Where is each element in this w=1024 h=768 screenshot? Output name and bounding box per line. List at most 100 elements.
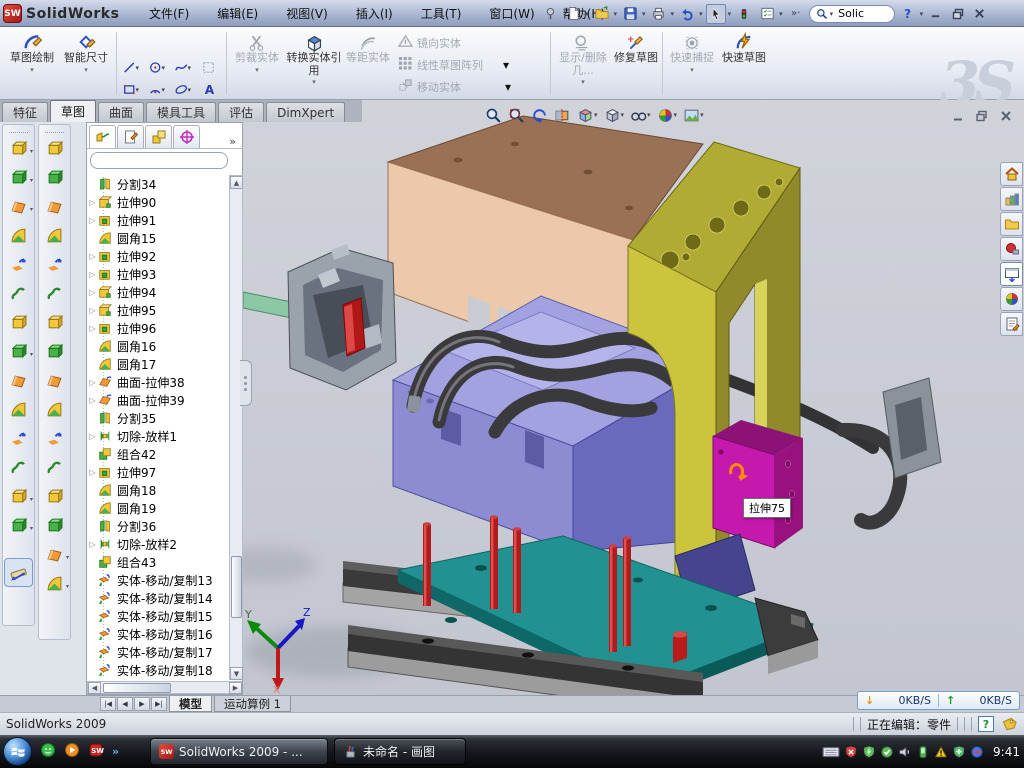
taskpane-tab-view-palette[interactable] [1000, 262, 1023, 286]
scroll-right-icon[interactable]: ▶ [229, 682, 242, 694]
fillet-surface-icon[interactable] [40, 424, 69, 453]
replace-face-icon[interactable] [40, 482, 69, 511]
graphics-viewport[interactable]: Y Z X ▾▾▾▾▾ 拉伸75 [243, 100, 1024, 695]
expand-arrow-icon[interactable]: ▷ [87, 270, 98, 279]
tree-item-实体-移动/复制16[interactable]: 实体-移动/复制16 [87, 625, 230, 643]
extruded-surface-icon[interactable] [40, 192, 69, 221]
menu-item-0[interactable]: 文件(F) [135, 0, 203, 27]
tree-item-拉伸94[interactable]: ▷拉伸94 [87, 283, 230, 301]
tree-item-实体-移动/复制17[interactable]: 实体-移动/复制17 [87, 643, 230, 661]
tree-item-圆角15[interactable]: 圆角15 [87, 229, 230, 247]
tab-motion-study[interactable]: 运动算例 1 [214, 696, 291, 712]
select-tool-icon[interactable] [706, 4, 726, 24]
toolbar-overflow-icon[interactable]: »· [786, 4, 806, 24]
knit-surface-icon[interactable] [40, 366, 69, 395]
quick-launch-solidworks-icon[interactable]: SW [88, 742, 104, 761]
property-manager-tab[interactable] [117, 125, 144, 148]
tray-wireless-alert-icon[interactable] [934, 745, 948, 759]
panel-splitter-handle[interactable] [240, 360, 252, 406]
search-input[interactable] [836, 6, 882, 21]
previous-tab-icon[interactable]: ◀ [117, 697, 133, 711]
dropdown-arrow-icon[interactable]: ▾ [830, 10, 834, 18]
taskpane-tab-solidworks-resources[interactable] [1000, 162, 1023, 186]
tree-item-圆角17[interactable]: 圆角17 [87, 355, 230, 373]
expand-arrow-icon[interactable]: ▷ [87, 252, 98, 261]
view-orientation-icon[interactable]: ▾ [577, 107, 598, 124]
hide-show-items-icon[interactable]: ▾ [630, 107, 651, 124]
save-icon[interactable] [620, 4, 640, 24]
measure-icon[interactable] [4, 558, 33, 587]
dropdown-arrow-icon[interactable]: ▾ [187, 86, 191, 94]
line-tool-icon[interactable]: ▾ [122, 59, 139, 76]
arc-tool-icon[interactable]: ▾ [148, 81, 165, 98]
taskbar-task-paint[interactable]: 未命名 - 画图 [334, 738, 466, 765]
tray-power-manager-icon[interactable] [862, 745, 876, 759]
options-list-icon[interactable] [757, 4, 777, 24]
reference-geometry-icon[interactable]: ▾ [40, 540, 69, 569]
menu-item-5[interactable]: 窗口(W) [475, 0, 548, 27]
dropdown-arrow-icon[interactable]: ▾ [594, 111, 598, 119]
dropdown-arrow-icon[interactable]: ▾ [187, 64, 191, 72]
restore-button[interactable] [948, 5, 967, 22]
surface-trim-icon[interactable] [40, 511, 69, 540]
quick-tips-help-icon[interactable]: ? [978, 716, 994, 732]
apply-scene-icon[interactable]: ▾ [683, 107, 704, 124]
dropdown-arrow-icon[interactable]: ▾ [581, 78, 585, 86]
start-button[interactable] [3, 737, 32, 766]
dropdown-arrow-icon[interactable]: ▾ [135, 64, 139, 72]
new-document-icon[interactable] [563, 4, 583, 24]
dropdown-arrow-icon[interactable]: ▾ [161, 64, 165, 72]
hole-wizard-icon[interactable] [4, 308, 33, 337]
spline-tool-icon[interactable]: ▾ [174, 59, 191, 76]
expand-arrow-icon[interactable]: ▷ [87, 306, 98, 315]
dropdown-arrow-icon[interactable]: ▾ [84, 66, 88, 74]
taskbar-clock[interactable]: 9:41 [993, 745, 1020, 759]
scrollbar-thumb[interactable] [231, 556, 242, 618]
lofted-surface-icon[interactable] [40, 221, 69, 250]
sketch-button[interactable]: 草图绘制▾ [6, 30, 58, 96]
expand-arrow-icon[interactable]: ▷ [87, 468, 98, 477]
dropdown-arrow-icon[interactable]: ▾ [312, 78, 316, 86]
quick-launch-messenger-icon[interactable] [40, 742, 56, 761]
dropdown-arrow-icon[interactable]: ▾ [920, 10, 924, 18]
dimxpert-manager-tab[interactable] [173, 125, 200, 148]
tree-item-曲面-拉伸39[interactable]: ▷曲面-拉伸39 [87, 391, 230, 409]
command-tab-评估[interactable]: 评估 [218, 102, 264, 122]
toolbar-grip[interactable] [9, 127, 28, 133]
taskbar-task-solidworks[interactable]: SW SolidWorks 2009 - ... [150, 738, 328, 765]
tree-item-组合42[interactable]: 组合42 [87, 445, 230, 463]
ellipse-tool-icon[interactable]: ▾ [174, 81, 191, 98]
rectangle-tool-icon[interactable]: ▾ [122, 81, 139, 98]
extruded-boss-icon[interactable]: ▾ [4, 163, 33, 192]
toolbar-grip[interactable] [45, 127, 64, 133]
expand-arrow-icon[interactable]: ▷ [87, 432, 98, 441]
tree-header-overflow-icon[interactable]: » [229, 135, 240, 148]
previous-view-icon[interactable] [531, 107, 548, 124]
tray-security-center-icon[interactable] [844, 745, 858, 759]
command-tab-特征[interactable]: 特征 [2, 102, 48, 122]
tray-sync-status-icon[interactable] [970, 745, 984, 759]
tree-item-圆角16[interactable]: 圆角16 [87, 337, 230, 355]
rebuild-traffic-light-icon[interactable] [734, 4, 754, 24]
dropdown-arrow-icon[interactable]: ▾ [255, 66, 259, 74]
menu-item-4[interactable]: 工具(T) [407, 0, 476, 27]
menu-item-3[interactable]: 插入(I) [342, 0, 407, 27]
tray-telephony-icon[interactable] [916, 745, 930, 759]
quick-launch-media-player-icon[interactable] [64, 742, 80, 761]
filter-input[interactable] [100, 154, 246, 168]
display-delete-relations-button[interactable]: 显示/删除几...▾ [556, 30, 610, 96]
tag-icon[interactable] [1000, 715, 1018, 733]
scrollbar-thumb[interactable] [103, 683, 171, 693]
scroll-down-icon[interactable]: ▼ [230, 667, 243, 680]
taskpane-tab-custom-properties[interactable] [1000, 312, 1023, 336]
dropdown-arrow-icon[interactable]: ▾ [671, 10, 675, 18]
close-button[interactable] [970, 5, 989, 22]
tray-antivirus-icon[interactable] [952, 745, 966, 759]
dropdown-arrow-icon[interactable]: ▾ [647, 111, 651, 119]
move-copy-body-icon[interactable] [4, 453, 33, 482]
undo-icon[interactable] [677, 4, 697, 24]
zoom-to-fit-icon[interactable] [485, 107, 502, 124]
curves-icon[interactable]: ▾ [40, 569, 69, 598]
tree-item-组合43[interactable]: 组合43 [87, 553, 230, 571]
next-tab-icon[interactable]: ▶ [134, 697, 150, 711]
